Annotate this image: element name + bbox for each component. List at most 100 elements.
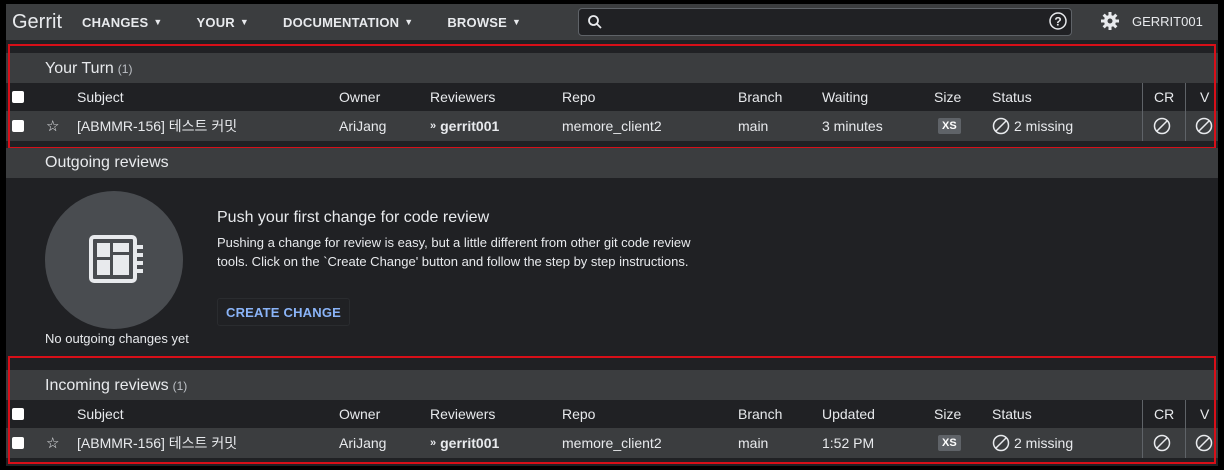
search-icon [588,15,602,29]
table-row[interactable]: ☆ [ABMMR-156] 테스트 커밋 AriJang » gerrit001 … [6,428,1218,458]
column-divider [1142,111,1143,141]
caret-down-icon: ▼ [404,17,414,27]
create-change-button[interactable]: CREATE CHANGE [217,298,351,326]
your-turn-title: Your Turn [45,60,114,77]
change-updated-time: 1:52 PM [822,435,875,451]
no-outgoing-label: No outgoing changes yet [45,331,189,346]
nav-browse[interactable]: BROWSE ▼ [447,15,521,30]
blocked-icon [992,117,1010,135]
column-subject[interactable]: Subject [77,400,124,428]
column-reviewers[interactable]: Reviewers [430,400,495,428]
outgoing-title: Outgoing reviews [45,154,169,171]
reviewer-name: gerrit001 [440,118,500,134]
column-divider [1185,428,1186,458]
change-status: 2 missing [992,111,1073,141]
empty-state-illustration [45,191,183,329]
change-reviewer[interactable]: » gerrit001 [430,428,499,458]
status-text: 2 missing [1014,118,1074,134]
change-owner[interactable]: AriJang [339,428,386,458]
board-icon [89,235,143,283]
size-badge: XS [938,435,961,451]
column-v[interactable]: V [1200,83,1209,111]
blocked-icon [992,434,1010,452]
star-icon[interactable]: ☆ [46,111,59,141]
caret-down-icon: ▼ [239,17,249,27]
attention-icon: » [430,120,437,132]
select-all-checkbox[interactable] [12,91,24,103]
column-divider [1185,111,1186,141]
column-owner[interactable]: Owner [339,400,380,428]
your-turn-header: Your Turn (1) [6,53,1218,85]
incoming-header: Incoming reviews (1) [6,370,1218,402]
help-icon[interactable]: ? [1048,11,1068,31]
column-repo[interactable]: Repo [562,83,595,111]
nav-documentation-label: DOCUMENTATION [283,14,400,30]
your-turn-count: (1) [117,62,133,76]
gerrit-logo[interactable]: Gerrit [12,11,62,34]
column-branch[interactable]: Branch [738,400,782,428]
nav-your[interactable]: YOUR ▼ [197,15,249,30]
nav-changes-label: CHANGES [82,14,149,30]
column-divider [1142,428,1143,458]
select-all-checkbox[interactable] [12,408,24,420]
search-box[interactable] [578,8,1072,36]
column-size[interactable]: Size [934,83,961,111]
column-subject[interactable]: Subject [77,83,124,111]
column-v[interactable]: V [1200,400,1209,428]
column-status[interactable]: Status [992,400,1032,428]
column-waiting[interactable]: Waiting [822,83,868,111]
change-subject-link[interactable]: [ABMMR-156] 테스트 커밋 [77,111,237,141]
nav-browse-label: BROWSE [447,14,508,30]
caret-down-icon: ▼ [512,17,522,27]
cr-blocked-icon [1153,111,1171,141]
star-icon[interactable]: ☆ [46,428,59,458]
column-divider [1142,400,1143,428]
change-status: 2 missing [992,428,1073,458]
change-branch-link[interactable]: main [738,111,768,141]
row-checkbox[interactable] [12,437,24,449]
status-text: 2 missing [1014,435,1074,451]
column-owner[interactable]: Owner [339,83,380,111]
nav-changes[interactable]: CHANGES ▼ [82,15,163,30]
change-reviewer[interactable]: » gerrit001 [430,111,499,141]
nav-documentation[interactable]: DOCUMENTATION ▼ [283,15,413,30]
svg-text:?: ? [1054,15,1061,29]
cr-blocked-icon [1153,428,1171,458]
column-branch[interactable]: Branch [738,83,782,111]
attention-icon: » [430,437,437,449]
push-title: Push your first change for code review [217,209,490,226]
column-cr[interactable]: CR [1154,83,1174,111]
change-repo-link[interactable]: memore_client2 [562,428,662,458]
change-waiting-time: 3 minutes [822,118,883,134]
top-header: Gerrit CHANGES ▼ YOUR ▼ DOCUMENTATION ▼ BRO… [6,4,1218,40]
change-owner[interactable]: AriJang [339,111,386,141]
column-updated[interactable]: Updated [822,400,875,428]
v-blocked-icon [1195,111,1213,141]
table-row[interactable]: ☆ [ABMMR-156] 테스트 커밋 AriJang » gerrit001 … [6,111,1218,141]
change-branch-link[interactable]: main [738,428,768,458]
gear-icon[interactable] [1100,11,1120,31]
column-status[interactable]: Status [992,83,1032,111]
search-input[interactable] [611,10,1071,34]
change-repo-link[interactable]: memore_client2 [562,111,662,141]
column-divider [1142,83,1143,111]
main-nav: CHANGES ▼ YOUR ▼ DOCUMENTATION ▼ BROWSE ▼ [82,15,555,30]
column-repo[interactable]: Repo [562,400,595,428]
column-divider [1185,83,1186,111]
push-description: Pushing a change for review is easy, but… [217,235,691,269]
reviewer-name: gerrit001 [440,435,500,451]
column-reviewers[interactable]: Reviewers [430,83,495,111]
change-subject-link[interactable]: [ABMMR-156] 테스트 커밋 [77,428,237,458]
size-badge: XS [938,118,961,134]
gerrit-window: Gerrit CHANGES ▼ YOUR ▼ DOCUMENTATION ▼ BRO… [6,4,1218,466]
incoming-title: Incoming reviews [45,377,169,394]
nav-your-label: YOUR [196,14,235,30]
your-turn-column-header: Subject Owner Reviewers Repo Branch Wait… [6,83,1218,111]
v-blocked-icon [1195,428,1213,458]
incoming-column-header: Subject Owner Reviewers Repo Branch Upda… [6,400,1218,428]
caret-down-icon: ▼ [153,17,163,27]
row-checkbox[interactable] [12,120,24,132]
user-account[interactable]: GERRIT001 [1132,14,1203,29]
column-size[interactable]: Size [934,400,961,428]
column-cr[interactable]: CR [1154,400,1174,428]
